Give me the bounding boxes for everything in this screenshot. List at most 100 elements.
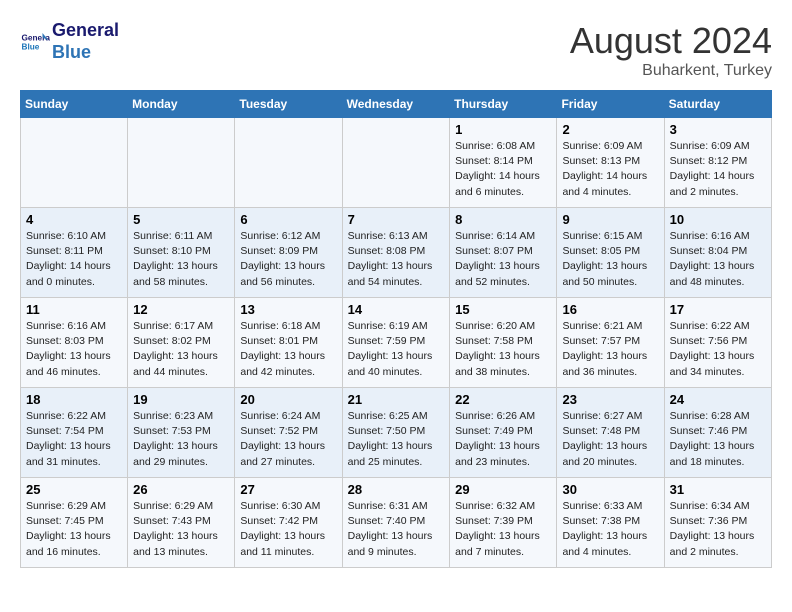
day-info: Sunrise: 6:20 AM Sunset: 7:58 PM Dayligh… bbox=[455, 319, 551, 380]
day-info: Sunrise: 6:23 AM Sunset: 7:53 PM Dayligh… bbox=[133, 409, 229, 470]
day-number: 20 bbox=[240, 392, 336, 407]
day-info: Sunrise: 6:18 AM Sunset: 8:01 PM Dayligh… bbox=[240, 319, 336, 380]
weekday-header-wednesday: Wednesday bbox=[342, 91, 450, 118]
day-info: Sunrise: 6:17 AM Sunset: 8:02 PM Dayligh… bbox=[133, 319, 229, 380]
day-info: Sunrise: 6:12 AM Sunset: 8:09 PM Dayligh… bbox=[240, 229, 336, 290]
month-year-title: August 2024 bbox=[570, 20, 772, 62]
day-info: Sunrise: 6:31 AM Sunset: 7:40 PM Dayligh… bbox=[348, 499, 445, 560]
calendar-day-cell-21: 21 Sunrise: 6:25 AM Sunset: 7:50 PM Dayli… bbox=[342, 388, 450, 478]
day-number: 4 bbox=[26, 212, 122, 227]
page-header: General Blue General Blue August 2024 Bu… bbox=[20, 20, 772, 80]
calendar-day-cell-1: 1 Sunrise: 6:08 AM Sunset: 8:14 PM Daylig… bbox=[450, 118, 557, 208]
day-info: Sunrise: 6:32 AM Sunset: 7:39 PM Dayligh… bbox=[455, 499, 551, 560]
empty-cell bbox=[21, 118, 128, 208]
day-info: Sunrise: 6:29 AM Sunset: 7:45 PM Dayligh… bbox=[26, 499, 122, 560]
calendar-day-cell-28: 28Sunrise: 6:31 AM Sunset: 7:40 PM Dayli… bbox=[342, 478, 450, 568]
calendar-day-cell-20: 20Sunrise: 6:24 AM Sunset: 7:52 PM Dayli… bbox=[235, 388, 342, 478]
logo-text-line1: General bbox=[52, 20, 119, 42]
calendar-day-cell-15: 15 Sunrise: 6:20 AM Sunset: 7:58 PM Dayli… bbox=[450, 298, 557, 388]
day-number: 10 bbox=[670, 212, 766, 227]
day-info: Sunrise: 6:25 AM Sunset: 7:50 PM Dayligh… bbox=[348, 409, 445, 470]
day-info: Sunrise: 6:09 AM Sunset: 8:13 PM Dayligh… bbox=[562, 139, 658, 200]
day-number: 6 bbox=[240, 212, 336, 227]
calendar-week-row: 25 Sunrise: 6:29 AM Sunset: 7:45 PM Dayli… bbox=[21, 478, 772, 568]
day-info: Sunrise: 6:27 AM Sunset: 7:48 PM Dayligh… bbox=[562, 409, 658, 470]
day-info: Sunrise: 6:22 AM Sunset: 7:54 PM Dayligh… bbox=[26, 409, 122, 470]
empty-cell bbox=[342, 118, 450, 208]
day-number: 7 bbox=[348, 212, 445, 227]
day-info: Sunrise: 6:30 AM Sunset: 7:42 PM Dayligh… bbox=[240, 499, 336, 560]
calendar-day-cell-29: 29 Sunrise: 6:32 AM Sunset: 7:39 PM Dayli… bbox=[450, 478, 557, 568]
calendar-day-cell-22: 22Sunrise: 6:26 AM Sunset: 7:49 PM Dayli… bbox=[450, 388, 557, 478]
day-info: Sunrise: 6:15 AM Sunset: 8:05 PM Dayligh… bbox=[562, 229, 658, 290]
calendar-day-cell-9: 9Sunrise: 6:15 AM Sunset: 8:05 PM Daylig… bbox=[557, 208, 664, 298]
day-number: 14 bbox=[348, 302, 445, 317]
day-info: Sunrise: 6:16 AM Sunset: 8:03 PM Dayligh… bbox=[26, 319, 122, 380]
day-info: Sunrise: 6:33 AM Sunset: 7:38 PM Dayligh… bbox=[562, 499, 658, 560]
title-block: August 2024 Buharkent, Turkey bbox=[570, 20, 772, 80]
day-number: 16 bbox=[562, 302, 658, 317]
calendar-day-cell-30: 30 Sunrise: 6:33 AM Sunset: 7:38 PM Dayli… bbox=[557, 478, 664, 568]
calendar-week-row: 4 Sunrise: 6:10 AM Sunset: 8:11 PM Daylig… bbox=[21, 208, 772, 298]
day-number: 21 bbox=[348, 392, 445, 407]
calendar-day-cell-13: 13 Sunrise: 6:18 AM Sunset: 8:01 PM Dayli… bbox=[235, 298, 342, 388]
day-number: 11 bbox=[26, 302, 122, 317]
calendar-day-cell-6: 6 Sunrise: 6:12 AM Sunset: 8:09 PM Daylig… bbox=[235, 208, 342, 298]
day-number: 24 bbox=[670, 392, 766, 407]
calendar-day-cell-23: 23 Sunrise: 6:27 AM Sunset: 7:48 PM Dayli… bbox=[557, 388, 664, 478]
calendar-day-cell-25: 25 Sunrise: 6:29 AM Sunset: 7:45 PM Dayli… bbox=[21, 478, 128, 568]
calendar-day-cell-27: 27 Sunrise: 6:30 AM Sunset: 7:42 PM Dayli… bbox=[235, 478, 342, 568]
day-number: 23 bbox=[562, 392, 658, 407]
calendar-table: SundayMondayTuesdayWednesdayThursdayFrid… bbox=[20, 90, 772, 568]
weekday-header-tuesday: Tuesday bbox=[235, 91, 342, 118]
day-info: Sunrise: 6:11 AM Sunset: 8:10 PM Dayligh… bbox=[133, 229, 229, 290]
day-number: 30 bbox=[562, 482, 658, 497]
empty-cell bbox=[128, 118, 235, 208]
day-info: Sunrise: 6:09 AM Sunset: 8:12 PM Dayligh… bbox=[670, 139, 766, 200]
calendar-day-cell-12: 12 Sunrise: 6:17 AM Sunset: 8:02 PM Dayli… bbox=[128, 298, 235, 388]
day-number: 1 bbox=[455, 122, 551, 137]
calendar-day-cell-2: 2 Sunrise: 6:09 AM Sunset: 8:13 PM Daylig… bbox=[557, 118, 664, 208]
logo: General Blue General Blue bbox=[20, 20, 119, 63]
calendar-day-cell-3: 3 Sunrise: 6:09 AM Sunset: 8:12 PM Daylig… bbox=[664, 118, 771, 208]
day-info: Sunrise: 6:13 AM Sunset: 8:08 PM Dayligh… bbox=[348, 229, 445, 290]
day-info: Sunrise: 6:16 AM Sunset: 8:04 PM Dayligh… bbox=[670, 229, 766, 290]
day-number: 19 bbox=[133, 392, 229, 407]
logo-text-line2: Blue bbox=[52, 42, 119, 64]
calendar-day-cell-10: 10 Sunrise: 6:16 AM Sunset: 8:04 PM Dayli… bbox=[664, 208, 771, 298]
calendar-header-row: SundayMondayTuesdayWednesdayThursdayFrid… bbox=[21, 91, 772, 118]
empty-cell bbox=[235, 118, 342, 208]
logo-icon: General Blue bbox=[20, 27, 50, 57]
calendar-day-cell-5: 5Sunrise: 6:11 AM Sunset: 8:10 PM Daylig… bbox=[128, 208, 235, 298]
day-number: 26 bbox=[133, 482, 229, 497]
day-number: 2 bbox=[562, 122, 658, 137]
day-number: 13 bbox=[240, 302, 336, 317]
day-number: 22 bbox=[455, 392, 551, 407]
svg-text:Blue: Blue bbox=[22, 42, 40, 51]
weekday-header-monday: Monday bbox=[128, 91, 235, 118]
weekday-header-friday: Friday bbox=[557, 91, 664, 118]
calendar-day-cell-4: 4 Sunrise: 6:10 AM Sunset: 8:11 PM Daylig… bbox=[21, 208, 128, 298]
day-number: 27 bbox=[240, 482, 336, 497]
day-number: 8 bbox=[455, 212, 551, 227]
calendar-day-cell-24: 24Sunrise: 6:28 AM Sunset: 7:46 PM Dayli… bbox=[664, 388, 771, 478]
day-number: 31 bbox=[670, 482, 766, 497]
day-info: Sunrise: 6:19 AM Sunset: 7:59 PM Dayligh… bbox=[348, 319, 445, 380]
day-number: 29 bbox=[455, 482, 551, 497]
calendar-day-cell-19: 19 Sunrise: 6:23 AM Sunset: 7:53 PM Dayli… bbox=[128, 388, 235, 478]
calendar-week-row: 1 Sunrise: 6:08 AM Sunset: 8:14 PM Daylig… bbox=[21, 118, 772, 208]
calendar-day-cell-18: 18Sunrise: 6:22 AM Sunset: 7:54 PM Dayli… bbox=[21, 388, 128, 478]
day-info: Sunrise: 6:08 AM Sunset: 8:14 PM Dayligh… bbox=[455, 139, 551, 200]
day-info: Sunrise: 6:10 AM Sunset: 8:11 PM Dayligh… bbox=[26, 229, 122, 290]
weekday-header-sunday: Sunday bbox=[21, 91, 128, 118]
calendar-day-cell-14: 14 Sunrise: 6:19 AM Sunset: 7:59 PM Dayli… bbox=[342, 298, 450, 388]
day-number: 3 bbox=[670, 122, 766, 137]
day-number: 25 bbox=[26, 482, 122, 497]
day-number: 15 bbox=[455, 302, 551, 317]
calendar-day-cell-17: 17Sunrise: 6:22 AM Sunset: 7:56 PM Dayli… bbox=[664, 298, 771, 388]
day-number: 12 bbox=[133, 302, 229, 317]
location-subtitle: Buharkent, Turkey bbox=[570, 62, 772, 80]
calendar-week-row: 11 Sunrise: 6:16 AM Sunset: 8:03 PM Dayli… bbox=[21, 298, 772, 388]
calendar-day-cell-31: 31Sunrise: 6:34 AM Sunset: 7:36 PM Dayli… bbox=[664, 478, 771, 568]
day-info: Sunrise: 6:21 AM Sunset: 7:57 PM Dayligh… bbox=[562, 319, 658, 380]
